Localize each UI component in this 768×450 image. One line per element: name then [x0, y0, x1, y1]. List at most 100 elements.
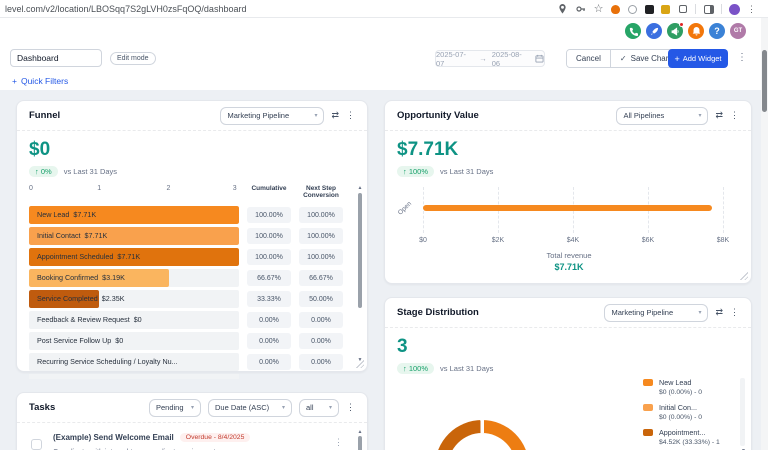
legend-swatch [643, 379, 653, 386]
funnel-row-partial [29, 374, 343, 379]
side-panel-icon[interactable] [703, 4, 714, 15]
phone-icon[interactable] [625, 23, 641, 39]
date-start: 2025-07-07 [436, 50, 474, 68]
quick-filters-link[interactable]: + Quick Filters [12, 76, 68, 86]
funnel-row: Post Service Follow Up $0 0.00% 0.00% [29, 332, 343, 350]
task-status-select[interactable]: Pending▾ [149, 399, 201, 417]
browser-menu-icon[interactable]: ⋮ [747, 5, 756, 14]
dashboard-name-input[interactable] [10, 49, 102, 67]
x-tick: $0 [403, 237, 443, 244]
toolbar-divider [695, 4, 696, 14]
chevron-down-icon: ▾ [329, 404, 332, 411]
app-header: ? GT [0, 18, 768, 46]
trend-badge: ↑ 100% [397, 166, 434, 177]
funnel-chart: 0 1 2 3 Cumulative Next Step Conversion … [29, 185, 343, 382]
task-title: (Example) Send Welcome Email [53, 433, 174, 442]
cancel-button[interactable]: Cancel [567, 50, 610, 67]
widget-menu-icon[interactable]: ⋮ [346, 110, 355, 121]
chevron-down-icon: ▾ [191, 404, 194, 411]
pipeline-select[interactable]: All Pipelines▾ [616, 107, 708, 125]
widget-resize-handle[interactable] [739, 271, 748, 280]
extension-icon-4[interactable] [661, 5, 670, 14]
comparison-label: vs Last 31 Days [440, 167, 493, 176]
widget-menu-icon[interactable]: ⋮ [730, 307, 739, 318]
scroll-up-icon[interactable]: ▲ [357, 185, 363, 191]
browser-toolbar-icons: ☆ ⋮ [557, 2, 756, 16]
widget-title: Stage Distribution [397, 307, 479, 318]
extension-icon-2[interactable] [627, 4, 638, 15]
widget-title: Tasks [29, 402, 55, 413]
stage-count-value: 3 [397, 336, 493, 358]
widget-resize-handle[interactable] [355, 359, 364, 368]
stage-distribution-widget: Stage Distribution Marketing Pipeline▾ ⇄… [384, 297, 752, 450]
task-assignee-select[interactable]: all▾ [299, 399, 339, 417]
legend-item: Initial Con...$0 (0.00%) - 0 [643, 403, 739, 421]
funnel-row: Feedback & Review Request $0 0.00% 0.00% [29, 311, 343, 329]
bookmark-star-icon[interactable]: ☆ [593, 4, 604, 15]
date-range-picker[interactable]: 2025-07-07 → 2025-08-06 [435, 50, 545, 67]
funnel-row: Booking Confirmed $3.19K 66.67% 66.67% [29, 269, 343, 287]
help-icon[interactable]: ? [709, 23, 725, 39]
dashboard-toolbar: Edit mode 2025-07-07 → 2025-08-06 Cancel… [0, 46, 768, 74]
date-end: 2025-08-06 [492, 50, 530, 68]
browser-address-bar[interactable]: level.com/v2/location/LBOSqq7S2gLVH0zsFq… [0, 0, 768, 18]
funnel-total-value: $0 [29, 139, 117, 161]
extensions-puzzle-icon[interactable] [677, 4, 688, 15]
total-revenue-value: $7.71K [385, 262, 753, 272]
page-scrollbar-thumb[interactable] [762, 50, 767, 112]
rocket-icon[interactable] [646, 23, 662, 39]
tasks-scrollbar[interactable]: ▲ [357, 429, 363, 450]
compare-icon[interactable]: ⇄ [331, 110, 339, 121]
url-text[interactable]: level.com/v2/location/LBOSqq7S2gLVH0zsFq… [5, 4, 246, 14]
widget-title: Funnel [29, 110, 60, 121]
calendar-icon [535, 54, 544, 63]
scroll-up-icon[interactable]: ▲ [357, 429, 363, 435]
extension-icon-1[interactable] [611, 5, 620, 14]
task-sort-select[interactable]: Due Date (ASC)▾ [208, 399, 292, 417]
widget-menu-icon[interactable]: ⋮ [346, 402, 355, 413]
page-scrollbar[interactable] [761, 18, 768, 450]
bell-icon[interactable] [688, 23, 704, 39]
location-pin-icon[interactable] [557, 4, 568, 15]
gridline [723, 187, 724, 233]
task-checkbox[interactable] [31, 439, 42, 450]
task-menu-icon[interactable]: ⋮ [334, 437, 343, 448]
legend-item: New Lead$0 (0.00%) - 0 [643, 378, 739, 396]
toolbar-divider [721, 4, 722, 14]
megaphone-icon[interactable] [667, 23, 683, 39]
user-avatar[interactable]: GT [730, 23, 746, 39]
widget-menu-icon[interactable]: ⋮ [730, 110, 739, 121]
chevron-down-icon: ▾ [698, 309, 701, 316]
comparison-label: vs Last 31 Days [440, 364, 493, 373]
trend-badge: ↑ 100% [397, 363, 434, 374]
scrollbar-thumb[interactable] [358, 436, 362, 450]
add-widget-button[interactable]: + Add Widget [668, 49, 728, 68]
legend-scrollbar[interactable] [740, 378, 745, 446]
tasks-widget: Tasks Pending▾ Due Date (ASC)▾ all▾ ⋮ (E… [16, 392, 368, 450]
extension-icon-3[interactable] [645, 5, 654, 14]
donut-gap [481, 418, 484, 433]
x-tick: $6K [628, 237, 668, 244]
funnel-row: Initial Contact $7.71K 100.00% 100.00% [29, 227, 343, 245]
scrollbar-thumb[interactable] [358, 193, 362, 308]
funnel-widget: Funnel Marketing Pipeline▾ ⇄ ⋮ $0 ↑ 0% v… [16, 100, 368, 372]
pipeline-select[interactable]: Marketing Pipeline▾ [604, 304, 708, 322]
compare-icon[interactable]: ⇄ [715, 307, 723, 318]
overdue-badge: Overdue - 8/4/2025 [180, 433, 251, 442]
legend-swatch [643, 404, 653, 411]
chevron-down-icon: ▾ [314, 112, 317, 119]
password-key-icon[interactable] [575, 4, 586, 15]
check-icon: ✓ [620, 54, 627, 63]
bar-category-label: Open [397, 200, 413, 216]
funnel-row: New Lead $7.71K 100.00% 100.00% [29, 206, 343, 224]
funnel-scrollbar[interactable]: ▲ ▼ [357, 185, 363, 363]
notification-dot [679, 22, 684, 27]
browser-profile-avatar[interactable] [729, 4, 740, 15]
pipeline-select[interactable]: Marketing Pipeline▾ [220, 107, 324, 125]
opportunity-value-widget: Opportunity Value All Pipelines▾ ⇄ ⋮ $7.… [384, 100, 752, 284]
chevron-down-icon: ▾ [282, 404, 285, 411]
compare-icon[interactable]: ⇄ [715, 110, 723, 121]
x-tick: $2K [478, 237, 518, 244]
column-header-cumulative: Cumulative [247, 185, 291, 203]
toolbar-menu-icon[interactable]: ⋮ [737, 52, 747, 63]
